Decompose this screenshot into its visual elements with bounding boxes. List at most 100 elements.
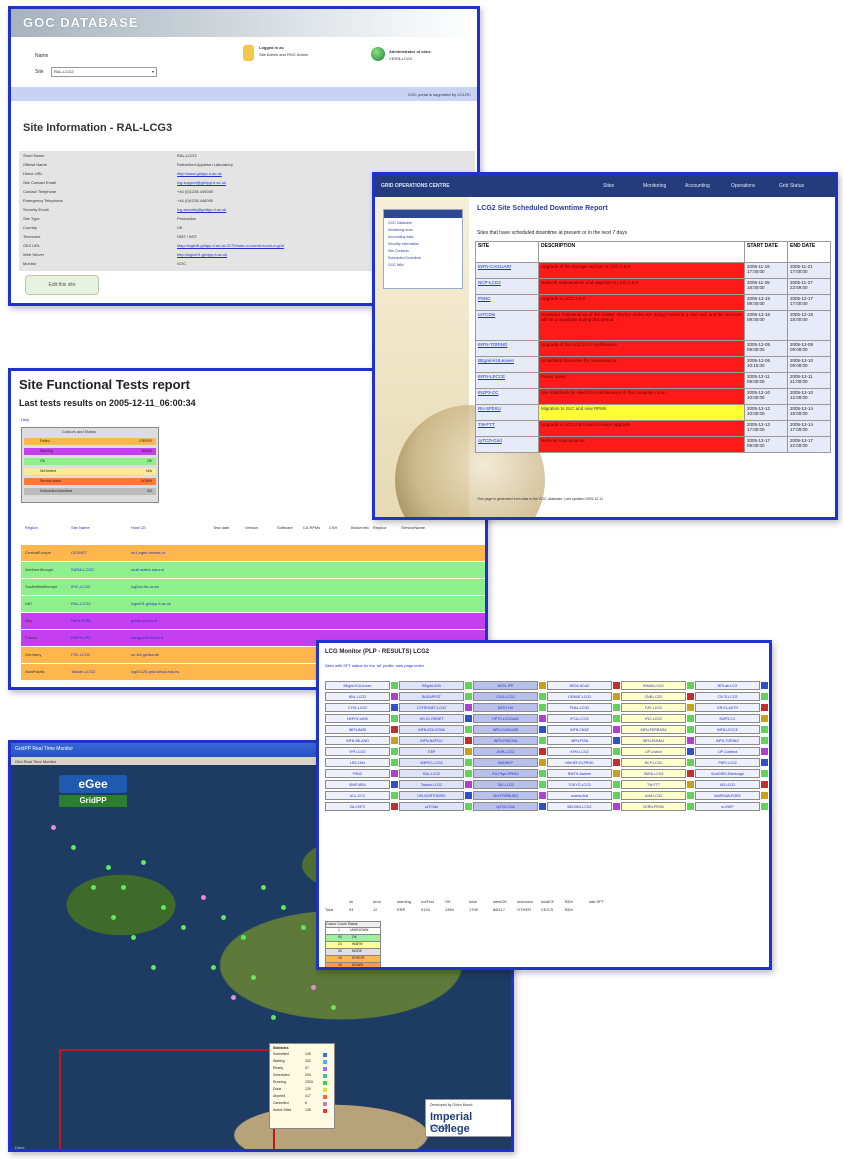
site-marker[interactable] [121,885,126,890]
site-cell[interactable]: BHAM-LCG2 [621,681,686,690]
field-value[interactable]: lcg-support@gridpp.rl.ac.uk [177,180,226,185]
ce-link[interactable]: gridce.pi.infn.it [131,618,157,623]
site-select[interactable]: RAL-LCG2 ▾ [51,67,157,77]
site-cell[interactable]: Taiwan-LCG2 [399,780,464,789]
site-cell[interactable]: NIKHEF-ELPROD [547,758,612,767]
site-link[interactable]: SARA-LCG2 [71,567,94,572]
site-cell[interactable]: SARA-LCG2 [621,769,686,778]
site-cell[interactable]: LIP-Lisbon [621,747,686,756]
site-link[interactable]: PSNC [475,294,539,311]
site-cell[interactable]: KFKI-LCG2 [547,747,612,756]
site-link[interactable]: INFN-PISA [71,618,91,623]
nav-item[interactable]: Grid Status [779,183,804,189]
site-cell[interactable]: INFN-MILANO [325,736,390,745]
site-link[interactable]: INFN-LECCE [475,372,539,389]
site-cell[interactable]: INFN-BOLOGNA [399,725,464,734]
sidebar-menu-item[interactable]: Monitoring tools [388,228,458,232]
site-cell[interactable]: DESY-HH [473,703,538,712]
site-marker[interactable] [161,905,166,910]
site-cell[interactable]: GR-01-AUTH [695,703,760,712]
ce-link[interactable]: ce1.egee.cesnet.cz [131,550,165,555]
site-link[interactable]: csTCDie [475,310,539,341]
site-marker[interactable] [111,915,116,920]
site-cell[interactable]: ZA-CHPC [325,802,390,811]
site-cell[interactable]: CSCS-LCG2 [695,692,760,701]
site-cell[interactable]: RWTH-Aachen [547,769,612,778]
sidebar-menu-item[interactable]: Accounting data [388,235,458,239]
site-link[interactable]: cyTCD-Grid [475,436,539,453]
site-link[interactable]: NCP-LCG2 [475,278,539,295]
field-value[interactable]: http://lcgce01.gridpp.rl.ac.uk [177,252,227,257]
site-cell[interactable]: CERN-PROD [621,802,686,811]
column-header[interactable]: Region [25,525,38,530]
site-marker[interactable] [131,935,136,940]
sidebar-menu-item[interactable]: Security Information [388,242,458,246]
site-cell[interactable]: INFN-LECCE [695,725,760,734]
site-cell[interactable]: ITEP [399,747,464,756]
site-cell[interactable]: BUDAPEST [399,692,464,701]
site-marker[interactable] [141,860,146,865]
column-header[interactable]: Site Name [71,525,90,530]
site-cell[interactable]: ScotGRID-Edinburgh [695,769,760,778]
tab-monitor[interactable]: Grid Real Time Monitor [15,759,56,764]
site-cell[interactable]: SINP-MSU [325,780,390,789]
site-link[interactable]: RU-SPbSU [475,404,539,421]
site-marker[interactable] [201,895,206,900]
site-cell[interactable]: WARSAW-EGEE [695,791,760,800]
site-cell[interactable]: BG04-ACAD [547,681,612,690]
site-cell[interactable]: FZK-LCG2 [621,703,686,712]
nav-item[interactable]: Accounting [685,183,710,189]
site-cell[interactable]: UoM-LCG2 [621,791,686,800]
site-marker[interactable] [271,1015,276,1020]
site-cell[interactable]: INFN-CNAF [547,725,612,734]
site-cell[interactable]: TOKYO-LCG2 [547,780,612,789]
site-marker[interactable] [151,965,156,970]
site-marker[interactable] [231,995,236,1000]
site-marker[interactable] [311,985,316,990]
site-cell[interactable]: BNL-LCG2 [325,692,390,701]
edit-site-button[interactable]: Edit this site [25,275,99,295]
sidebar-menu-item[interactable]: GOC Wiki [388,263,458,267]
site-cell[interactable]: BEgrid-KULeuven [325,681,390,690]
site-cell[interactable]: ru-IHEP [695,802,760,811]
site-cell[interactable]: CYFRONET-LCG2 [399,703,464,712]
site-link[interactable]: INFN-TORINO [475,340,539,357]
site-cell[interactable]: RU-Phys-SPbSU [473,769,538,778]
sidebar-menu-item[interactable]: GOC Database [388,221,458,225]
site-cell[interactable]: HEPHY-UIBK [325,714,390,723]
site-cell[interactable]: HPTC-LCG2ia64 [473,714,538,723]
ce-link[interactable]: clrlcgce01.in2p3.fr [131,635,163,640]
site-cell[interactable]: UKI-NORTHGRID [399,791,464,800]
site-cell[interactable]: FNAL-LCG2 [547,703,612,712]
site-link[interactable]: FZK-LCG2 [71,652,90,657]
site-cell[interactable]: CY01-LCG2 [325,703,390,712]
help-link[interactable]: Help [21,417,29,422]
site-cell[interactable]: uscms-fnal [547,791,612,800]
site-cell[interactable]: M3PEC-LCG2 [399,758,464,767]
column-header[interactable]: Host CE [131,525,146,530]
ce-link[interactable]: ce-fzk.gridka.de [131,652,159,657]
site-link[interactable]: IN2P3-LPC [71,635,91,640]
ce-link[interactable]: mu6.matrix.sara.nl [131,567,164,572]
site-cell[interactable]: INFN-CAGLIARI [473,725,538,734]
site-cell[interactable]: BEgrid-ULB [399,681,464,690]
site-link[interactable]: IFIC-LCG2 [71,584,90,589]
site-cell[interactable]: IN2P3-CC [695,714,760,723]
ce-link[interactable]: lcgce01.gridpp.rl.ac.uk [131,601,171,606]
ce-link[interactable]: lcg2ce.ific.uv.es [131,584,159,589]
site-cell[interactable]: BEIJING-LCG2 [547,802,612,811]
nav-item[interactable]: Operations [731,183,755,189]
site-marker[interactable] [221,915,226,920]
site-cell[interactable]: TAU-LCG2 [473,780,538,789]
site-cell[interactable]: IPP-LCG2 [325,747,390,756]
site-marker[interactable] [51,825,56,830]
site-marker[interactable] [181,925,186,930]
site-cell[interactable]: LRZ-LMU [325,758,390,767]
site-marker[interactable] [91,885,96,890]
sidebar-menu-item[interactable]: Scheduled Downtime [388,256,458,260]
site-cell[interactable]: NCP-LCG2 [621,758,686,767]
field-value[interactable]: ldap://lcgbdii.gridpp.rl.ac.uk:2170/mds-… [177,243,284,248]
site-cell[interactable]: INFN-FERRARA [621,725,686,734]
site-marker[interactable] [211,965,216,970]
site-cell[interactable]: INFN-PISA [547,736,612,745]
